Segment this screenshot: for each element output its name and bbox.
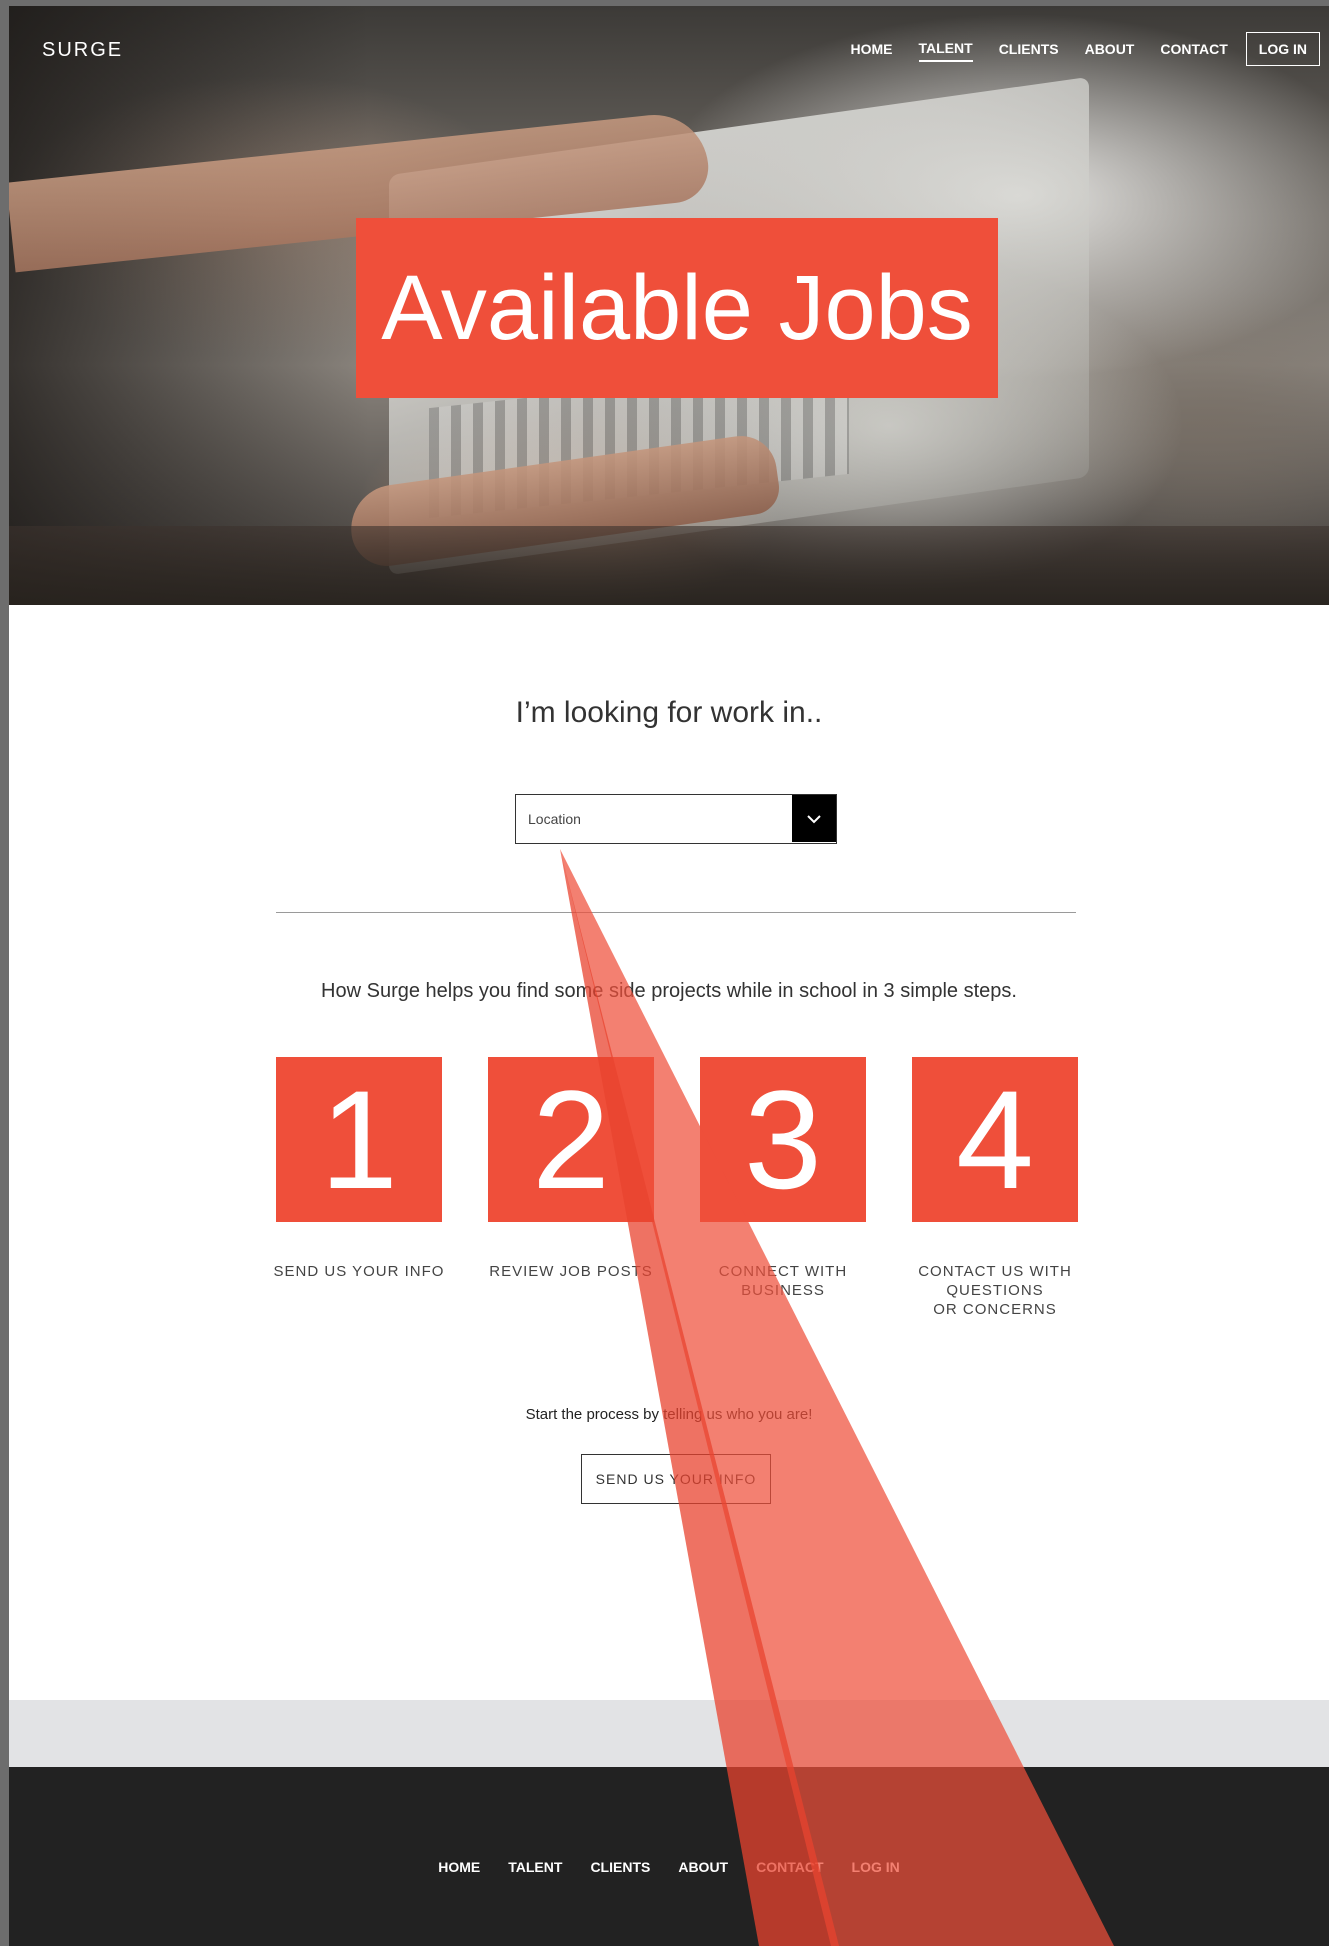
location-select[interactable]: Location [515, 794, 837, 844]
footer-nav: HOME TALENT CLIENTS ABOUT CONTACT LOG IN [9, 1859, 1329, 1875]
hero-table [9, 526, 1329, 605]
step-3: 3 CONNECT WITH BUSINESS [700, 1057, 866, 1300]
footer-band [9, 1700, 1329, 1767]
chevron-down-icon[interactable] [792, 795, 836, 842]
step-label: CONTACT US WITH QUESTIONS OR CONCERNS [918, 1263, 1072, 1318]
location-heading: I’m looking for work in.. [515, 696, 823, 729]
footer-nav-contact[interactable]: CONTACT [756, 1859, 823, 1875]
step-2: 2 REVIEW JOB POSTS [488, 1057, 654, 1281]
step-number-box: 4 [912, 1057, 1078, 1222]
footer-nav-login[interactable]: LOG IN [852, 1859, 900, 1875]
brand-logo[interactable]: SURGE [42, 39, 123, 62]
step-4: 4 CONTACT US WITH QUESTIONS OR CONCERNS [912, 1057, 1078, 1319]
page-title: Available Jobs [356, 218, 998, 398]
nav-talent[interactable]: TALENT [918, 36, 973, 62]
hero-image-shade [9, 6, 369, 605]
footer-nav-home[interactable]: HOME [438, 1859, 480, 1875]
footer-nav-clients[interactable]: CLIENTS [590, 1859, 650, 1875]
step-number-box: 1 [276, 1057, 442, 1222]
footer: HOME TALENT CLIENTS ABOUT CONTACT LOG IN [9, 1767, 1329, 1946]
step-number-box: 2 [488, 1057, 654, 1222]
nav-about[interactable]: ABOUT [1085, 37, 1135, 61]
cta-text: Start the process by telling us who you … [525, 1406, 813, 1423]
footer-nav-about[interactable]: ABOUT [678, 1859, 728, 1875]
nav-clients[interactable]: CLIENTS [999, 37, 1059, 61]
steps-intro: How Surge helps you find some side proje… [321, 980, 1017, 1002]
page: SURGE HOME TALENT CLIENTS ABOUT CONTACT … [9, 6, 1329, 1946]
step-1: 1 SEND US YOUR INFO [274, 1057, 443, 1281]
send-info-button[interactable]: SEND US YOUR INFO [581, 1454, 771, 1504]
step-label: CONNECT WITH BUSINESS [718, 1263, 848, 1299]
location-select-value: Location [528, 811, 581, 827]
step-number-box: 3 [700, 1057, 866, 1222]
login-button[interactable]: LOG IN [1245, 32, 1320, 66]
section-divider [276, 912, 1076, 913]
step-label: REVIEW JOB POSTS [489, 1263, 653, 1280]
step-label: SEND US YOUR INFO [273, 1263, 445, 1280]
footer-nav-talent[interactable]: TALENT [508, 1859, 562, 1875]
hero-banner: SURGE HOME TALENT CLIENTS ABOUT CONTACT … [9, 6, 1329, 605]
top-nav: HOME TALENT CLIENTS ABOUT CONTACT LOG IN [825, 32, 1320, 66]
nav-home[interactable]: HOME [851, 37, 893, 61]
nav-contact[interactable]: CONTACT [1160, 37, 1227, 61]
